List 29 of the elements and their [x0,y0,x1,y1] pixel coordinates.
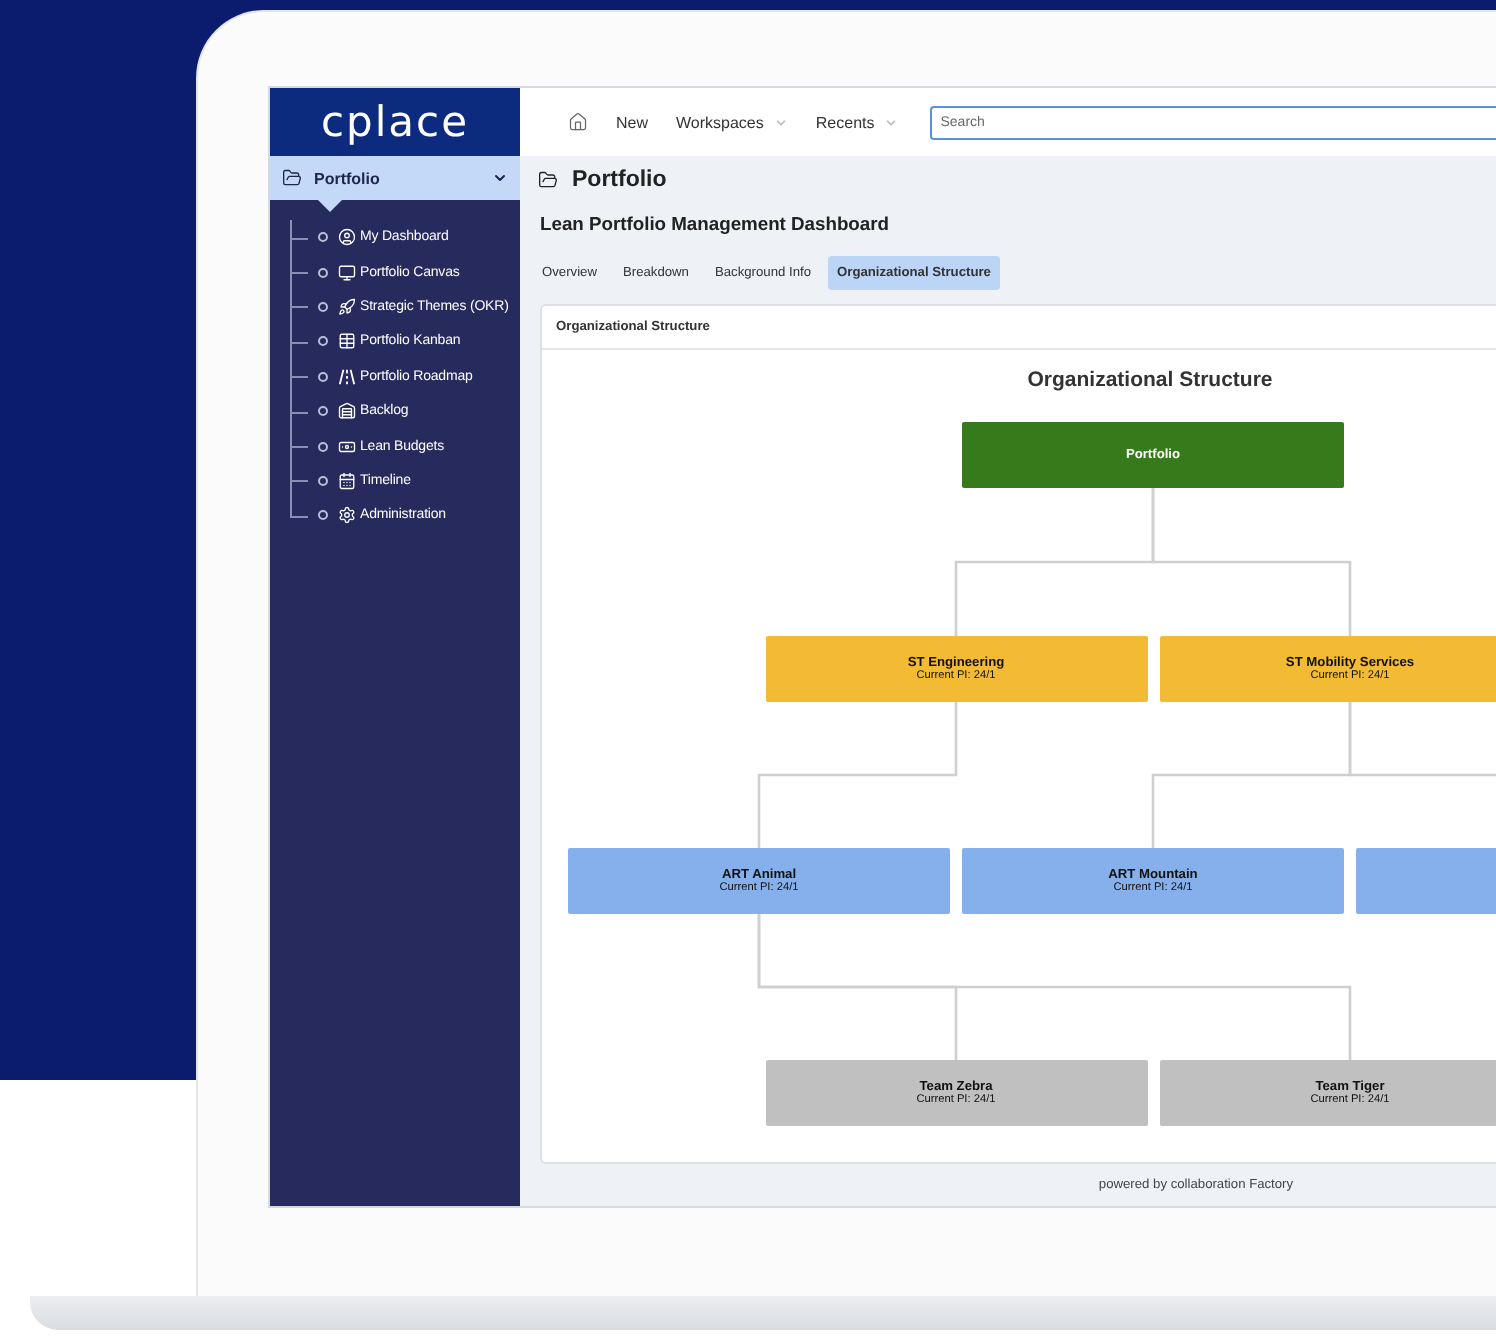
chart-title: Organizational Structure [1025,366,1275,396]
folder-icon [282,168,302,188]
bullet-icon [318,510,328,521]
sidebar-header-label: Portfolio [314,169,382,187]
table-icon [338,332,356,351]
bullet-icon [318,371,328,382]
home-icon[interactable] [568,112,588,132]
nav-menu-button[interactable]: Workspaces [676,113,788,131]
page-title: Portfolio [572,167,667,191]
logo: cplace [320,98,470,146]
nav-menu-button[interactable]: New [616,113,649,131]
monitor-icon [338,263,356,282]
bullet-icon [318,441,328,452]
nav-menu-button[interactable]: Recents [815,113,899,131]
gear-icon [338,506,356,525]
warehouse-icon [338,402,356,421]
bullet-icon [318,267,328,278]
road-icon [338,367,356,386]
bullet-icon [318,406,328,417]
bullet-icon [318,232,328,243]
banknote-icon [338,437,356,456]
calendar-icon [338,471,356,490]
rocket-icon [338,297,356,316]
folder-icon [538,169,558,189]
dashboard-title: Lean Portfolio Management Dashboard [540,209,891,238]
user-circle-icon [338,228,356,247]
bullet-icon [318,475,328,486]
bullet-icon [318,301,328,312]
bullet-icon [318,336,328,347]
